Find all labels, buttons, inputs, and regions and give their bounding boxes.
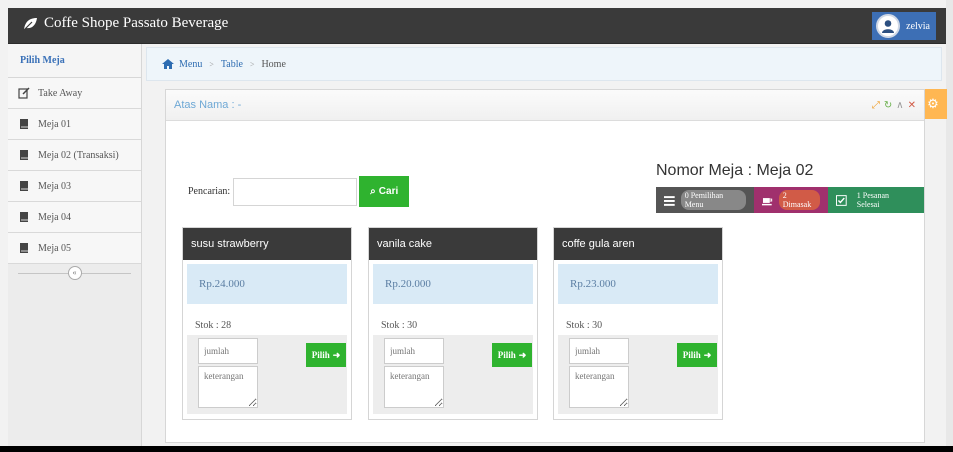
sidebar-item-meja-04[interactable]: Meja 04	[8, 202, 141, 233]
user-name: zelvia	[906, 20, 930, 32]
product-name: susu strawberry	[183, 228, 351, 260]
sidebar-item-meja-02[interactable]: Meja 02 (Transaksi)	[8, 140, 141, 171]
sidebar-header[interactable]: Pilih Meja	[8, 44, 141, 78]
sidebar-item-label: Take Away	[38, 87, 83, 99]
product-price: Rp.20.000	[373, 264, 533, 304]
arrow-right-icon: ➜	[518, 349, 527, 360]
product-stock: Stok : 30	[381, 320, 418, 331]
search-label: Pencarian:	[188, 186, 231, 197]
order-form: Pilih ➜	[558, 335, 718, 414]
user-menu[interactable]: zelvia	[872, 12, 936, 40]
order-form: Pilih ➜	[373, 335, 533, 414]
product-name: vanila cake	[369, 228, 537, 260]
status-badge: 2 Dimasak	[778, 190, 821, 210]
table-number: Nomor Meja : Meja 02	[656, 162, 814, 179]
chevron-left-icon: «	[67, 266, 82, 280]
breadcrumb-menu[interactable]: Menu	[179, 59, 202, 70]
sidebar: Pilih Meja Take Away Meja 01 Meja 02 (Tr…	[8, 44, 142, 446]
home-icon	[162, 59, 174, 69]
list-icon	[664, 195, 675, 206]
order-panel: Atas Nama : - ⤢ ↻ ∧ ✕ Nomor Meja : Meja …	[165, 89, 925, 443]
choose-button[interactable]: Pilih ➜	[492, 343, 532, 367]
note-textarea[interactable]	[569, 366, 629, 408]
top-navbar: Coffe Shope Passato Beverage zelvia	[8, 8, 946, 44]
arrow-right-icon: ➜	[703, 349, 712, 360]
breadcrumb-home: Home	[261, 58, 286, 70]
product-price: Rp.23.000	[558, 264, 718, 304]
breadcrumb-table[interactable]: Table	[221, 59, 243, 70]
status-bar: 0 Pemilihan Menu 2 Dimasak 1 Pesanan Sel…	[656, 187, 925, 213]
quantity-input[interactable]	[569, 338, 629, 364]
choose-button[interactable]: Pilih ➜	[306, 343, 346, 367]
sidebar-item-meja-01[interactable]: Meja 01	[8, 109, 141, 140]
edit-icon	[18, 87, 30, 99]
product-name: coffe gula aren	[554, 228, 722, 260]
book-icon	[20, 119, 28, 129]
avatar	[876, 14, 901, 38]
user-icon	[882, 20, 895, 33]
sidebar-collapse-toggle[interactable]: «	[8, 264, 141, 282]
window-edge	[946, 0, 953, 452]
brand[interactable]: Coffe Shope Passato Beverage	[22, 15, 228, 32]
reload-icon[interactable]: ↻	[884, 100, 892, 111]
status-badge: 0 Pemilihan Menu	[680, 190, 747, 210]
order-form: Pilih ➜	[187, 335, 347, 414]
status-badge: 1 Pesanan Selesai	[856, 191, 890, 209]
product-card: vanila cake Rp.20.000 Stok : 30 Pilih ➜	[368, 227, 538, 420]
check-square-icon	[836, 194, 847, 206]
search-bar: Pencarian: ⌕ Cari	[188, 176, 410, 207]
status-pemilihan-menu[interactable]: 0 Pemilihan Menu	[656, 187, 755, 213]
sidebar-item-meja-05[interactable]: Meja 05	[8, 233, 141, 264]
quantity-input[interactable]	[384, 338, 444, 364]
sidebar-item-label: Meja 02 (Transaksi)	[38, 149, 119, 161]
window-edge	[0, 446, 953, 452]
sidebar-item-label: Meja 03	[38, 180, 72, 192]
book-icon	[20, 181, 28, 191]
fullscreen-icon[interactable]: ⤢	[872, 100, 880, 111]
product-stock: Stok : 30	[566, 320, 603, 331]
choose-button-label: Pilih	[682, 350, 701, 360]
product-price: Rp.24.000	[187, 264, 347, 304]
panel-tools: ⤢ ↻ ∧ ✕	[872, 100, 916, 111]
chevron-up-icon[interactable]: ∧	[896, 100, 903, 111]
arrow-right-icon: ➜	[332, 349, 341, 360]
coffee-cup-icon	[762, 197, 773, 205]
book-icon	[20, 150, 28, 160]
breadcrumb-separator: >	[209, 59, 214, 69]
status-dimasak[interactable]: 2 Dimasak	[754, 187, 829, 213]
close-icon[interactable]: ✕	[908, 100, 916, 111]
note-textarea[interactable]	[198, 366, 258, 408]
search-button[interactable]: ⌕ Cari	[359, 176, 410, 207]
breadcrumb: Menu > Table > Home	[146, 47, 942, 81]
quantity-input[interactable]	[198, 338, 258, 364]
status-pesanan-selesai[interactable]: 1 Pesanan Selesai	[828, 187, 925, 213]
note-textarea[interactable]	[384, 366, 444, 408]
sidebar-item-label: Meja 05	[38, 242, 72, 254]
sidebar-item-label: Meja 01	[38, 118, 72, 130]
sidebar-item-take-away[interactable]: Take Away	[8, 78, 141, 109]
breadcrumb-separator: >	[249, 59, 255, 69]
product-card: susu strawberry Rp.24.000 Stok : 28 Pili…	[182, 227, 352, 420]
panel-title: Atas Nama : -	[174, 99, 242, 111]
choose-button[interactable]: Pilih ➜	[677, 343, 717, 367]
book-icon	[20, 212, 28, 222]
product-stock: Stok : 28	[195, 320, 232, 331]
leaf-icon	[23, 17, 37, 30]
search-icon: ⌕	[370, 186, 376, 197]
panel-header: Atas Nama : - ⤢ ↻ ∧ ✕	[166, 90, 924, 121]
product-card: coffe gula aren Rp.23.000 Stok : 30 Pili…	[553, 227, 723, 420]
app-title: Coffe Shope Passato Beverage	[44, 15, 229, 31]
book-icon	[20, 243, 28, 253]
sidebar-item-meja-03[interactable]: Meja 03	[8, 171, 141, 202]
choose-button-label: Pilih	[311, 350, 330, 360]
gear-icon: ⚙	[927, 96, 939, 111]
sidebar-item-label: Meja 04	[38, 211, 72, 223]
search-button-label: Cari	[378, 186, 399, 197]
choose-button-label: Pilih	[497, 350, 516, 360]
search-input[interactable]	[233, 177, 358, 206]
